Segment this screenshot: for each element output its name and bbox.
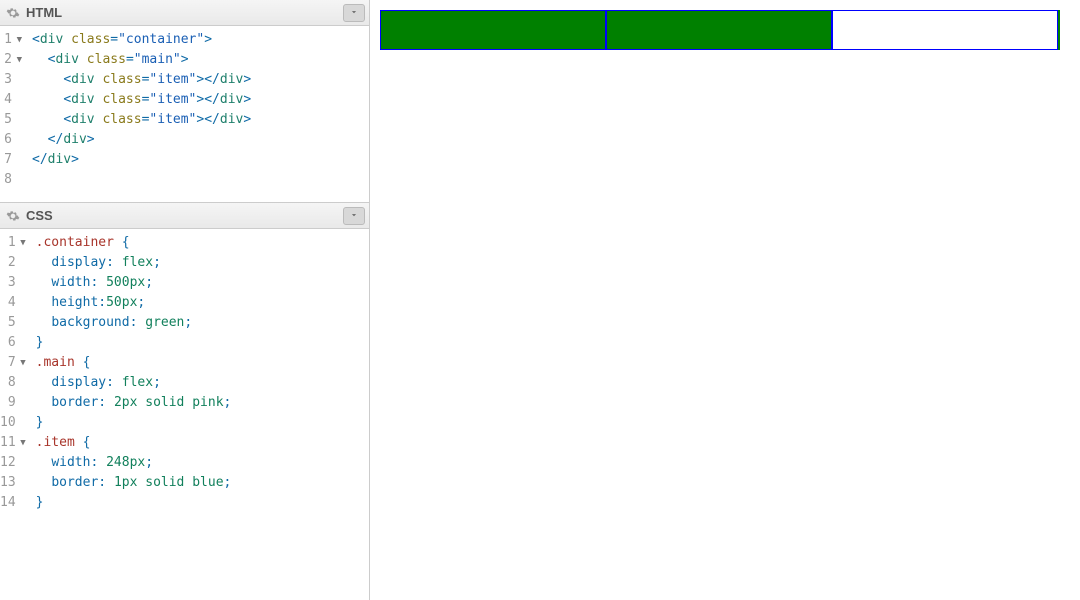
code-line[interactable]: } — [36, 333, 361, 353]
gutter-line: 7▼ — [0, 353, 26, 373]
gutter-line: 14 — [0, 493, 26, 513]
code-line[interactable]: width: 500px; — [36, 273, 361, 293]
gutter-line: 8 — [0, 170, 22, 190]
preview-pane — [370, 0, 1080, 600]
css-panel-title-wrap: CSS — [6, 208, 53, 223]
code-line[interactable]: } — [36, 493, 361, 513]
preview-item — [832, 10, 1058, 50]
preview-item — [606, 10, 832, 50]
app-root: HTML 1▼2▼345678 <div class="container"> … — [0, 0, 1080, 600]
css-code[interactable]: .container { display: flex; width: 500px… — [32, 229, 369, 525]
gutter-line: 5 — [0, 313, 26, 333]
code-line[interactable]: background: green; — [36, 313, 361, 333]
html-code[interactable]: <div class="container"> <div class="main… — [28, 26, 369, 202]
html-code-area[interactable]: 1▼2▼345678 <div class="container"> <div … — [0, 26, 369, 202]
gutter-line: 12 — [0, 453, 26, 473]
preview-stage — [380, 10, 1070, 50]
code-line[interactable]: <div class="item"></div> — [32, 70, 361, 90]
code-line[interactable]: .item { — [36, 433, 361, 453]
code-line[interactable]: } — [36, 413, 361, 433]
editor-column: HTML 1▼2▼345678 <div class="container"> … — [0, 0, 370, 600]
code-line[interactable]: .container { — [36, 233, 361, 253]
code-line[interactable]: <div class="main"> — [32, 50, 361, 70]
gear-icon[interactable] — [6, 6, 20, 20]
code-line[interactable]: display: flex; — [36, 253, 361, 273]
code-line[interactable]: border: 1px solid blue; — [36, 473, 361, 493]
code-line[interactable]: <div class="container"> — [32, 30, 361, 50]
code-line[interactable]: </div> — [32, 130, 361, 150]
gutter-line: 10 — [0, 413, 26, 433]
gutter-line: 9 — [0, 393, 26, 413]
code-line[interactable]: <div class="item"></div> — [32, 90, 361, 110]
css-panel-collapse-button[interactable] — [343, 207, 365, 225]
gutter-line: 6 — [0, 333, 26, 353]
html-gutter: 1▼2▼345678 — [0, 26, 28, 202]
preview-item — [380, 10, 606, 50]
gutter-line: 1▼ — [0, 30, 22, 50]
gutter-line: 4 — [0, 90, 22, 110]
code-line[interactable] — [32, 170, 361, 190]
gutter-line: 8 — [0, 373, 26, 393]
code-line[interactable]: height:50px; — [36, 293, 361, 313]
css-panel-header: CSS — [0, 203, 369, 229]
html-panel-header: HTML — [0, 0, 369, 26]
gutter-line: 5 — [0, 110, 22, 130]
gutter-line: 11▼ — [0, 433, 26, 453]
html-panel: HTML 1▼2▼345678 <div class="container"> … — [0, 0, 369, 202]
css-code-area[interactable]: 1▼234567▼891011▼121314 .container { disp… — [0, 229, 369, 525]
code-line[interactable]: <div class="item"></div> — [32, 110, 361, 130]
code-line[interactable]: .main { — [36, 353, 361, 373]
gutter-line: 3 — [0, 273, 26, 293]
preview-container — [380, 10, 1060, 50]
css-gutter: 1▼234567▼891011▼121314 — [0, 229, 32, 525]
gutter-line: 4 — [0, 293, 26, 313]
gear-icon[interactable] — [6, 209, 20, 223]
gutter-line: 2▼ — [0, 50, 22, 70]
code-line[interactable]: border: 2px solid pink; — [36, 393, 361, 413]
gutter-line: 2 — [0, 253, 26, 273]
chevron-down-icon — [349, 208, 359, 223]
html-panel-collapse-button[interactable] — [343, 4, 365, 22]
code-line[interactable]: </div> — [32, 150, 361, 170]
css-panel: CSS 1▼234567▼891011▼121314 .container { … — [0, 202, 369, 600]
gutter-line: 6 — [0, 130, 22, 150]
gutter-line: 3 — [0, 70, 22, 90]
html-panel-title: HTML — [26, 5, 62, 20]
html-panel-title-wrap: HTML — [6, 5, 62, 20]
code-line[interactable]: width: 248px; — [36, 453, 361, 473]
code-line[interactable]: display: flex; — [36, 373, 361, 393]
gutter-line: 1▼ — [0, 233, 26, 253]
css-panel-title: CSS — [26, 208, 53, 223]
gutter-line: 13 — [0, 473, 26, 493]
chevron-down-icon — [349, 5, 359, 20]
gutter-line: 7 — [0, 150, 22, 170]
